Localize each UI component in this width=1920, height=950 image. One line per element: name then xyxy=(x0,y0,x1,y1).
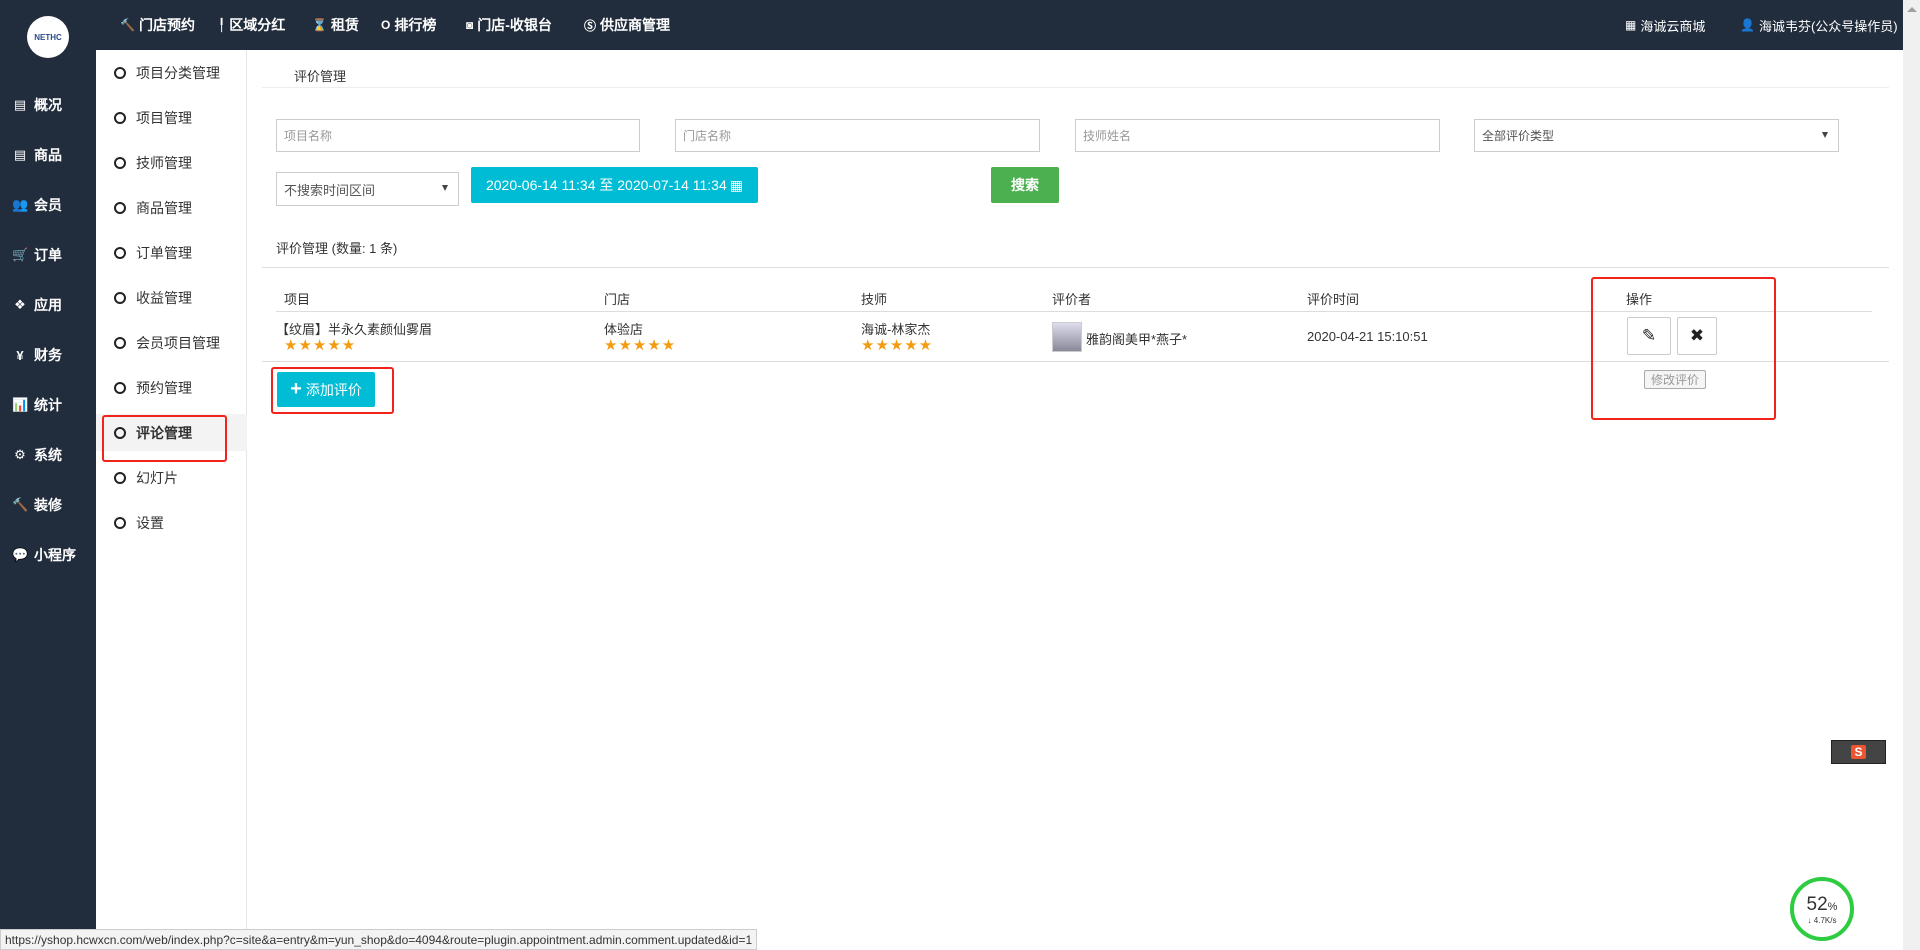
column-header-technician: 技师 xyxy=(861,292,888,307)
divider xyxy=(262,87,1889,88)
shop-link[interactable]: ▦ 海诚云商城 xyxy=(1625,0,1705,50)
top-nav-rental[interactable]: ⌛ 租赁 xyxy=(312,0,359,50)
technician-rating-stars: ★★★★★ xyxy=(861,337,934,354)
highlight-box xyxy=(1591,277,1776,420)
list-title: 评价管理 (数量: 1 条) xyxy=(276,241,398,256)
nav-members[interactable]: 👥 会员 xyxy=(12,195,62,215)
scrollbar[interactable] xyxy=(1903,0,1920,950)
top-nav-ranking[interactable]: O 排行榜 xyxy=(381,0,436,50)
subnav-item[interactable]: 项目分类管理 xyxy=(96,54,247,91)
nav-orders[interactable]: 🛒 订单 xyxy=(12,245,62,265)
cashier-icon: ◙ xyxy=(466,18,474,32)
subnav-item[interactable]: 会员项目管理 xyxy=(96,324,247,361)
circle-icon xyxy=(114,291,126,304)
circle-icon xyxy=(114,246,126,259)
user-icon: 👤 xyxy=(1740,18,1755,32)
subnav-item[interactable]: 收益管理 xyxy=(96,279,247,316)
grid-icon: ▦ xyxy=(1625,18,1637,32)
network-speed-widget[interactable]: 52% ↓ 4.7K/s xyxy=(1790,877,1854,941)
status-bar-url: https://yshop.hcwxcn.com/web/index.php?c… xyxy=(0,929,758,950)
nav-apps[interactable]: ❖ 应用 xyxy=(12,295,62,315)
subnav-item[interactable]: 订单管理 xyxy=(96,234,247,271)
circle-icon xyxy=(114,201,126,214)
subnav-item[interactable]: 项目管理 xyxy=(96,99,247,136)
sub-nav: 项目分类管理 项目管理 技师管理 商品管理 订单管理 收益管理 会员项目管理 预… xyxy=(96,50,247,950)
subnav-item[interactable]: 技师管理 xyxy=(96,144,247,181)
sogou-ime-toolbar[interactable]: S xyxy=(1831,740,1886,764)
reviewer-avatar xyxy=(1052,322,1082,352)
circle-icon: O xyxy=(381,18,391,32)
dropdown-arrow-icon xyxy=(1822,132,1828,138)
nav-system[interactable]: ⚙ 系统 xyxy=(12,445,62,465)
top-nav-store-appointment[interactable]: 🔨 门店预约 xyxy=(120,0,195,50)
box-icon: ▤ xyxy=(13,97,27,112)
column-header-time: 评价时间 xyxy=(1307,292,1360,307)
users-icon: 👥 xyxy=(12,197,29,212)
circle-icon xyxy=(114,156,126,169)
column-header-reviewer: 评价者 xyxy=(1052,292,1092,307)
speed-unit: % xyxy=(1827,900,1838,913)
cell-time: 2020-04-21 15:10:51 xyxy=(1307,329,1428,344)
top-nav-cashier[interactable]: ◙ 门店-收银台 xyxy=(466,0,552,50)
skype-icon: Ⓢ xyxy=(584,18,597,33)
nav-decoration[interactable]: 🔨 装修 xyxy=(12,495,62,515)
chart-icon: 📊 xyxy=(12,397,29,412)
circle-icon xyxy=(114,336,126,349)
subnav-item[interactable]: 幻灯片 xyxy=(96,459,247,496)
subnav-item[interactable]: 预约管理 xyxy=(96,369,247,406)
yen-icon: ¥ xyxy=(16,347,24,363)
top-nav-regional-dividend[interactable]: ╿ 区域分红 xyxy=(218,0,285,50)
circle-icon xyxy=(114,381,126,394)
circle-icon xyxy=(114,471,126,484)
hourglass-icon: ⌛ xyxy=(312,18,327,32)
gavel-icon: 🔨 xyxy=(12,497,29,512)
calendar-icon: ▦ xyxy=(729,176,743,193)
cell-reviewer: 雅韵阁美甲*燕子* xyxy=(1086,332,1188,347)
user-menu[interactable]: 👤 海诚韦芬(公众号操作员) xyxy=(1740,0,1898,50)
subnav-item[interactable]: 设置 xyxy=(96,504,247,541)
circle-icon xyxy=(114,516,126,529)
subnav-item[interactable]: 商品管理 xyxy=(96,189,247,226)
sogou-icon: S xyxy=(1851,745,1866,759)
technician-name-input[interactable]: 技师姓名 xyxy=(1075,119,1440,152)
highlight-box xyxy=(271,367,394,414)
circle-icon xyxy=(114,66,126,79)
gears-icon: ⚙ xyxy=(14,447,26,462)
highlight-box xyxy=(102,415,227,462)
top-bar xyxy=(0,0,1903,50)
hammer-icon: 🔨 xyxy=(120,18,135,32)
dropdown-arrow-icon xyxy=(442,185,448,191)
nav-stats[interactable]: 📊 统计 xyxy=(12,395,62,415)
divider xyxy=(262,267,1889,268)
top-nav-supplier[interactable]: Ⓢ 供应商管理 xyxy=(584,0,670,50)
column-header-store: 门店 xyxy=(604,292,631,307)
pin-icon: ╿ xyxy=(218,18,226,32)
nav-finance[interactable]: ¥ 财务 xyxy=(12,345,62,365)
project-rating-stars: ★★★★★ xyxy=(284,337,357,354)
circle-icon xyxy=(114,111,126,124)
nav-goods[interactable]: ▤ 商品 xyxy=(12,145,62,165)
time-range-select[interactable]: 不搜索时间区间 xyxy=(276,172,459,206)
cart-icon: 🛒 xyxy=(12,247,29,262)
store-rating-stars: ★★★★★ xyxy=(604,337,677,354)
search-button[interactable]: 搜索 xyxy=(991,167,1059,203)
speed-rate: 4.7K/s xyxy=(1813,915,1837,925)
review-type-select[interactable]: 全部评价类型 xyxy=(1474,119,1839,152)
logo[interactable]: NETHC xyxy=(27,16,69,58)
box-icon: ▤ xyxy=(13,147,27,162)
store-name-input[interactable]: 门店名称 xyxy=(675,119,1040,152)
nav-overview[interactable]: ▤ 概况 xyxy=(12,95,62,115)
left-nav: ▤ 概况 ▤ 商品 👥 会员 🛒 订单 ❖ 应用 ¥ 财务 📊 统计 ⚙ 系统 🔨 装修 💬 小程序 xyxy=(0,50,96,950)
wechat-icon: 💬 xyxy=(12,547,29,562)
date-range-picker[interactable]: 2020-06-14 11:34 至 2020-07-14 11:34 ▦ xyxy=(471,167,758,203)
breadcrumb: 评价管理 xyxy=(294,69,347,84)
column-header-project: 项目 xyxy=(284,292,311,307)
cubes-icon: ❖ xyxy=(14,297,26,312)
project-name-input[interactable]: 项目名称 xyxy=(276,119,640,152)
scroll-up-icon[interactable] xyxy=(1907,7,1917,12)
speed-percent: 52 xyxy=(1806,893,1828,915)
nav-miniprogram[interactable]: 💬 小程序 xyxy=(12,545,76,565)
